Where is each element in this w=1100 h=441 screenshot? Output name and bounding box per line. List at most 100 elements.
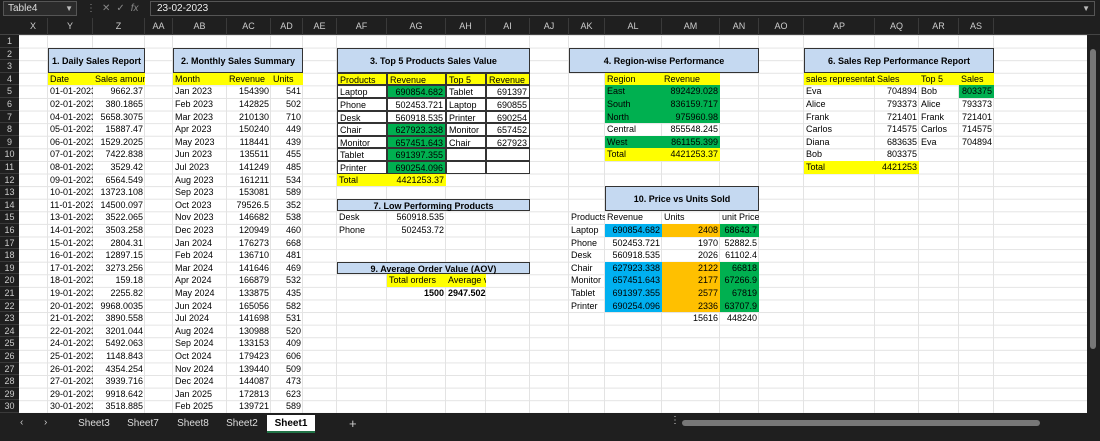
cell[interactable]: 690254 — [486, 110, 530, 124]
cell[interactable]: South — [605, 98, 662, 111]
row-header[interactable]: 1 — [0, 35, 19, 48]
row-header[interactable]: 6 — [0, 98, 19, 111]
cell[interactable]: Eva — [919, 136, 959, 149]
cell[interactable]: 532 — [271, 274, 303, 287]
cell[interactable]: 380.1865 — [93, 98, 145, 111]
cell[interactable]: Chair — [337, 123, 387, 136]
cell[interactable]: 27-01-2023 — [48, 375, 93, 388]
cell[interactable]: Printer — [569, 300, 605, 313]
cell[interactable]: 582 — [271, 300, 303, 313]
cell[interactable]: 3522.065 — [93, 211, 145, 224]
cell[interactable]: 502453.72 — [387, 224, 446, 237]
cell[interactable]: 161211 — [227, 174, 271, 187]
add-sheet-icon[interactable]: + — [349, 416, 357, 431]
header-cell[interactable]: Revenue — [486, 72, 530, 86]
cell[interactable]: 141249 — [227, 161, 271, 174]
cell[interactable]: 683635 — [875, 136, 919, 149]
cell[interactable]: 16-01-2023 — [48, 249, 93, 262]
cell[interactable]: 19-01-2023 — [48, 287, 93, 300]
cell[interactable]: 210130 — [227, 111, 271, 124]
cell[interactable]: Carlos — [919, 123, 959, 136]
cell[interactable]: 10-01-2023 — [48, 186, 93, 199]
cell[interactable]: Phone — [569, 237, 605, 250]
cell[interactable]: Aug 2024 — [173, 325, 227, 338]
cell[interactable]: 3890.558 — [93, 312, 145, 325]
cell[interactable]: 721401 — [875, 111, 919, 124]
cell[interactable]: 691397 — [486, 85, 530, 98]
cell[interactable]: 139440 — [227, 363, 271, 376]
cell[interactable]: Aug 2023 — [173, 174, 227, 187]
cell[interactable]: 690854.682 — [387, 85, 446, 98]
cell[interactable]: 18-01-2023 — [48, 274, 93, 287]
cell[interactable]: 30-01-2023 — [48, 400, 93, 413]
cell[interactable]: 179423 — [227, 350, 271, 363]
cell[interactable]: 133875 — [227, 287, 271, 300]
top5-products-title[interactable]: 3. Top 5 Products Sales Value — [337, 47, 530, 73]
cell[interactable]: 24-01-2023 — [48, 337, 93, 350]
total-value[interactable]: 4421253 — [875, 161, 919, 174]
cell[interactable]: Bob — [919, 85, 959, 98]
header-cell[interactable]: Average value — [446, 274, 486, 287]
cell[interactable]: Eva — [804, 85, 875, 98]
cell[interactable]: 13-01-2023 — [48, 211, 93, 224]
cell[interactable]: Alice — [919, 98, 959, 111]
header-cell[interactable]: Top 5 — [919, 72, 959, 86]
column-header[interactable]: AF — [337, 18, 387, 35]
cell[interactable]: 3518.885 — [93, 400, 145, 413]
name-box[interactable]: Table4 ▼ — [3, 1, 77, 16]
row-header[interactable]: 8 — [0, 123, 19, 136]
cell[interactable]: 541 — [271, 85, 303, 98]
cell[interactable]: 502453.721 — [605, 237, 662, 250]
column-header[interactable]: AQ — [875, 18, 919, 35]
monthly-summary-title[interactable]: 2. Monthly Sales Summary — [173, 47, 303, 73]
cell[interactable]: 130988 — [227, 325, 271, 338]
cell[interactable]: 2122 — [662, 261, 720, 275]
cell[interactable]: 135511 — [227, 148, 271, 161]
cell[interactable]: Nov 2024 — [173, 363, 227, 376]
cell[interactable] — [446, 161, 486, 174]
cell[interactable]: Desk — [337, 110, 387, 124]
cell[interactable]: 704894 — [875, 85, 919, 98]
cell[interactable]: 520 — [271, 325, 303, 338]
cell[interactable]: 531 — [271, 312, 303, 325]
cell[interactable]: Monitor — [569, 274, 605, 287]
cell[interactable]: 154390 — [227, 85, 271, 98]
header-cell[interactable]: Sales amount — [93, 72, 145, 86]
column-header[interactable]: AA — [145, 18, 173, 35]
cell[interactable]: 133153 — [227, 337, 271, 350]
row-header[interactable]: 26 — [0, 350, 19, 363]
cell[interactable]: 66818 — [720, 261, 759, 275]
cell[interactable]: 690855 — [486, 98, 530, 111]
row-header[interactable]: 10 — [0, 148, 19, 161]
row-header[interactable]: 24 — [0, 325, 19, 338]
cell[interactable]: 141698 — [227, 312, 271, 325]
cell[interactable]: 05-01-2023 — [48, 123, 93, 136]
cell[interactable]: 165056 — [227, 300, 271, 313]
cell[interactable]: West — [605, 135, 662, 149]
row-header[interactable]: 20 — [0, 274, 19, 287]
cell[interactable]: Diana — [804, 136, 875, 149]
cell[interactable]: 502453.721 — [387, 98, 446, 111]
cell[interactable] — [446, 148, 486, 161]
chevron-down-icon[interactable]: ▼ — [65, 2, 73, 15]
cell[interactable]: 9968.0035 — [93, 300, 145, 313]
cell[interactable]: Jun 2023 — [173, 148, 227, 161]
column-header[interactable]: AN — [720, 18, 759, 35]
row-header[interactable]: 18 — [0, 249, 19, 262]
cell[interactable]: 150240 — [227, 123, 271, 136]
cell[interactable]: 14500.097 — [93, 199, 145, 212]
column-header[interactable]: Z — [93, 18, 145, 35]
cell[interactable]: Jun 2024 — [173, 300, 227, 313]
cell[interactable]: Jan 2024 — [173, 237, 227, 250]
cell[interactable]: 52882.5 — [720, 237, 759, 250]
header-cell[interactable]: Top 5 — [446, 72, 486, 86]
cell[interactable]: 5492.063 — [93, 337, 145, 350]
cell[interactable]: 803375 — [959, 85, 994, 98]
cell[interactable]: 560918.535 — [605, 249, 662, 262]
cell[interactable]: Jul 2023 — [173, 161, 227, 174]
cell[interactable]: 21-01-2023 — [48, 312, 93, 325]
cell[interactable]: 2804.31 — [93, 237, 145, 250]
cell[interactable]: 836159.717 — [662, 98, 720, 111]
cell[interactable]: 08-01-2023 — [48, 161, 93, 174]
cell[interactable]: 6564.549 — [93, 174, 145, 187]
